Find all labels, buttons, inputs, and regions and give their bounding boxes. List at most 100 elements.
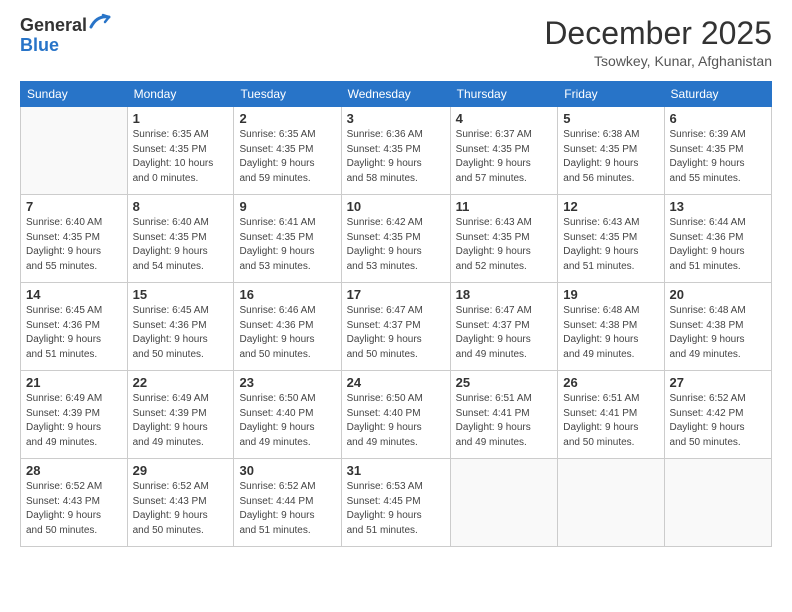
location: Tsowkey, Kunar, Afghanistan: [544, 53, 772, 69]
day-number: 17: [347, 287, 445, 302]
calendar-cell: 5 Sunrise: 6:38 AMSunset: 4:35 PMDaylight…: [558, 107, 664, 195]
day-number: 2: [239, 111, 335, 126]
calendar-cell: 1 Sunrise: 6:35 AMSunset: 4:35 PMDaylight…: [127, 107, 234, 195]
day-info: Sunrise: 6:48 AMSunset: 4:38 PMDaylight:…: [670, 304, 766, 362]
header: General Blue December 2025 Tsowkey, Kuna…: [20, 16, 772, 69]
calendar-cell: 4Sunrise: 6:37 AMSunset: 4:35 PMDaylight…: [450, 107, 558, 195]
day-number: 3: [347, 111, 445, 126]
weekday-header-monday: Monday: [127, 82, 234, 107]
day-number: 23: [239, 375, 335, 390]
day-number: 1: [133, 111, 229, 126]
calendar-table: SundayMondayTuesdayWednesdayThursdayFrid…: [20, 81, 772, 547]
day-info: Sunrise: 6:40 AMSunset: 4:35 PMDaylight:…: [26, 216, 122, 274]
day-number: 12: [563, 199, 658, 214]
logo-blue: Blue: [20, 36, 111, 56]
day-number: 16: [239, 287, 335, 302]
day-number: 19: [563, 287, 658, 302]
weekday-header-tuesday: Tuesday: [234, 82, 341, 107]
day-info: Sunrise: 6:36 AMSunset: 4:35 PMDaylight:…: [347, 128, 445, 186]
day-info: Sunrise: 6:52 AMSunset: 4:44 PMDaylight:…: [239, 480, 335, 538]
weekday-header-sunday: Sunday: [21, 82, 128, 107]
day-info: Sunrise: 6:45 AMSunset: 4:36 PMDaylight:…: [133, 304, 229, 362]
day-number: 10: [347, 199, 445, 214]
day-number: 11: [456, 199, 553, 214]
calendar-cell: 30 Sunrise: 6:52 AMSunset: 4:44 PMDayligh…: [234, 459, 341, 547]
day-info: Sunrise: 6:40 AMSunset: 4:35 PMDaylight:…: [133, 216, 229, 274]
day-number: 31: [347, 463, 445, 478]
calendar-cell: 28Sunrise: 6:52 AMSunset: 4:43 PMDayligh…: [21, 459, 128, 547]
day-info: Sunrise: 6:49 AMSunset: 4:39 PMDaylight:…: [133, 392, 229, 450]
day-number: 25: [456, 375, 553, 390]
day-info: Sunrise: 6:47 AMSunset: 4:37 PMDaylight:…: [456, 304, 553, 362]
logo-general: General: [20, 16, 87, 36]
day-number: 15: [133, 287, 229, 302]
logo-lines: General Blue: [20, 16, 111, 56]
day-number: 30: [239, 463, 335, 478]
calendar-cell: 2 Sunrise: 6:35 AMSunset: 4:35 PMDaylight…: [234, 107, 341, 195]
weekday-header-saturday: Saturday: [664, 82, 771, 107]
logo-icon: [89, 11, 111, 33]
day-info: Sunrise: 6:42 AMSunset: 4:35 PMDaylight:…: [347, 216, 445, 274]
day-number: 29: [133, 463, 229, 478]
day-info: Sunrise: 6:44 AMSunset: 4:36 PMDaylight:…: [670, 216, 766, 274]
day-info: Sunrise: 6:39 AMSunset: 4:35 PMDaylight:…: [670, 128, 766, 186]
day-info: Sunrise: 6:52 AMSunset: 4:43 PMDaylight:…: [133, 480, 229, 538]
logo-general-row: General: [20, 16, 111, 36]
calendar-week-4: 28Sunrise: 6:52 AMSunset: 4:43 PMDayligh…: [21, 459, 772, 547]
day-info: Sunrise: 6:53 AMSunset: 4:45 PMDaylight:…: [347, 480, 445, 538]
day-number: 22: [133, 375, 229, 390]
day-number: 20: [670, 287, 766, 302]
calendar-cell: 20 Sunrise: 6:48 AMSunset: 4:38 PMDayligh…: [664, 283, 771, 371]
calendar-cell: 15 Sunrise: 6:45 AMSunset: 4:36 PMDayligh…: [127, 283, 234, 371]
calendar-cell: 11Sunrise: 6:43 AMSunset: 4:35 PMDayligh…: [450, 195, 558, 283]
calendar-week-0: 1 Sunrise: 6:35 AMSunset: 4:35 PMDaylight…: [21, 107, 772, 195]
calendar-cell: 26 Sunrise: 6:51 AMSunset: 4:41 PMDayligh…: [558, 371, 664, 459]
calendar-cell: 10 Sunrise: 6:42 AMSunset: 4:35 PMDayligh…: [341, 195, 450, 283]
day-info: Sunrise: 6:45 AMSunset: 4:36 PMDaylight:…: [26, 304, 122, 362]
calendar-cell: 23 Sunrise: 6:50 AMSunset: 4:40 PMDayligh…: [234, 371, 341, 459]
day-number: 13: [670, 199, 766, 214]
weekday-header-thursday: Thursday: [450, 82, 558, 107]
calendar-week-1: 7Sunrise: 6:40 AMSunset: 4:35 PMDaylight…: [21, 195, 772, 283]
day-info: Sunrise: 6:50 AMSunset: 4:40 PMDaylight:…: [239, 392, 335, 450]
day-number: 21: [26, 375, 122, 390]
calendar-cell: 12 Sunrise: 6:43 AMSunset: 4:35 PMDayligh…: [558, 195, 664, 283]
calendar-cell: 17Sunrise: 6:47 AMSunset: 4:37 PMDayligh…: [341, 283, 450, 371]
day-number: 27: [670, 375, 766, 390]
month-title: December 2025: [544, 16, 772, 51]
calendar-cell: 9 Sunrise: 6:41 AMSunset: 4:35 PMDaylight…: [234, 195, 341, 283]
weekday-header-row: SundayMondayTuesdayWednesdayThursdayFrid…: [21, 82, 772, 107]
calendar-cell: 8 Sunrise: 6:40 AMSunset: 4:35 PMDaylight…: [127, 195, 234, 283]
calendar-week-3: 21 Sunrise: 6:49 AMSunset: 4:39 PMDayligh…: [21, 371, 772, 459]
day-number: 6: [670, 111, 766, 126]
day-info: Sunrise: 6:35 AMSunset: 4:35 PMDaylight:…: [239, 128, 335, 186]
title-block: December 2025 Tsowkey, Kunar, Afghanista…: [544, 16, 772, 69]
calendar-cell: 29 Sunrise: 6:52 AMSunset: 4:43 PMDayligh…: [127, 459, 234, 547]
calendar-cell: 27Sunrise: 6:52 AMSunset: 4:42 PMDayligh…: [664, 371, 771, 459]
calendar-cell: 31 Sunrise: 6:53 AMSunset: 4:45 PMDayligh…: [341, 459, 450, 547]
day-number: 8: [133, 199, 229, 214]
day-number: 26: [563, 375, 658, 390]
calendar-cell: 13 Sunrise: 6:44 AMSunset: 4:36 PMDayligh…: [664, 195, 771, 283]
calendar-cell: [664, 459, 771, 547]
logo: General Blue: [20, 16, 111, 56]
day-info: Sunrise: 6:38 AMSunset: 4:35 PMDaylight:…: [563, 128, 658, 186]
day-info: Sunrise: 6:41 AMSunset: 4:35 PMDaylight:…: [239, 216, 335, 274]
weekday-header-friday: Friday: [558, 82, 664, 107]
calendar-cell: [21, 107, 128, 195]
day-info: Sunrise: 6:52 AMSunset: 4:43 PMDaylight:…: [26, 480, 122, 538]
calendar-cell: 25Sunrise: 6:51 AMSunset: 4:41 PMDayligh…: [450, 371, 558, 459]
day-number: 5: [563, 111, 658, 126]
day-info: Sunrise: 6:43 AMSunset: 4:35 PMDaylight:…: [563, 216, 658, 274]
calendar-cell: 18 Sunrise: 6:47 AMSunset: 4:37 PMDayligh…: [450, 283, 558, 371]
calendar-cell: 24Sunrise: 6:50 AMSunset: 4:40 PMDayligh…: [341, 371, 450, 459]
day-info: Sunrise: 6:35 AMSunset: 4:35 PMDaylight:…: [133, 128, 229, 186]
day-number: 9: [239, 199, 335, 214]
calendar-cell: [450, 459, 558, 547]
day-number: 4: [456, 111, 553, 126]
day-info: Sunrise: 6:51 AMSunset: 4:41 PMDaylight:…: [563, 392, 658, 450]
calendar-cell: 14Sunrise: 6:45 AMSunset: 4:36 PMDayligh…: [21, 283, 128, 371]
calendar-cell: 6 Sunrise: 6:39 AMSunset: 4:35 PMDaylight…: [664, 107, 771, 195]
day-number: 18: [456, 287, 553, 302]
calendar-week-2: 14Sunrise: 6:45 AMSunset: 4:36 PMDayligh…: [21, 283, 772, 371]
